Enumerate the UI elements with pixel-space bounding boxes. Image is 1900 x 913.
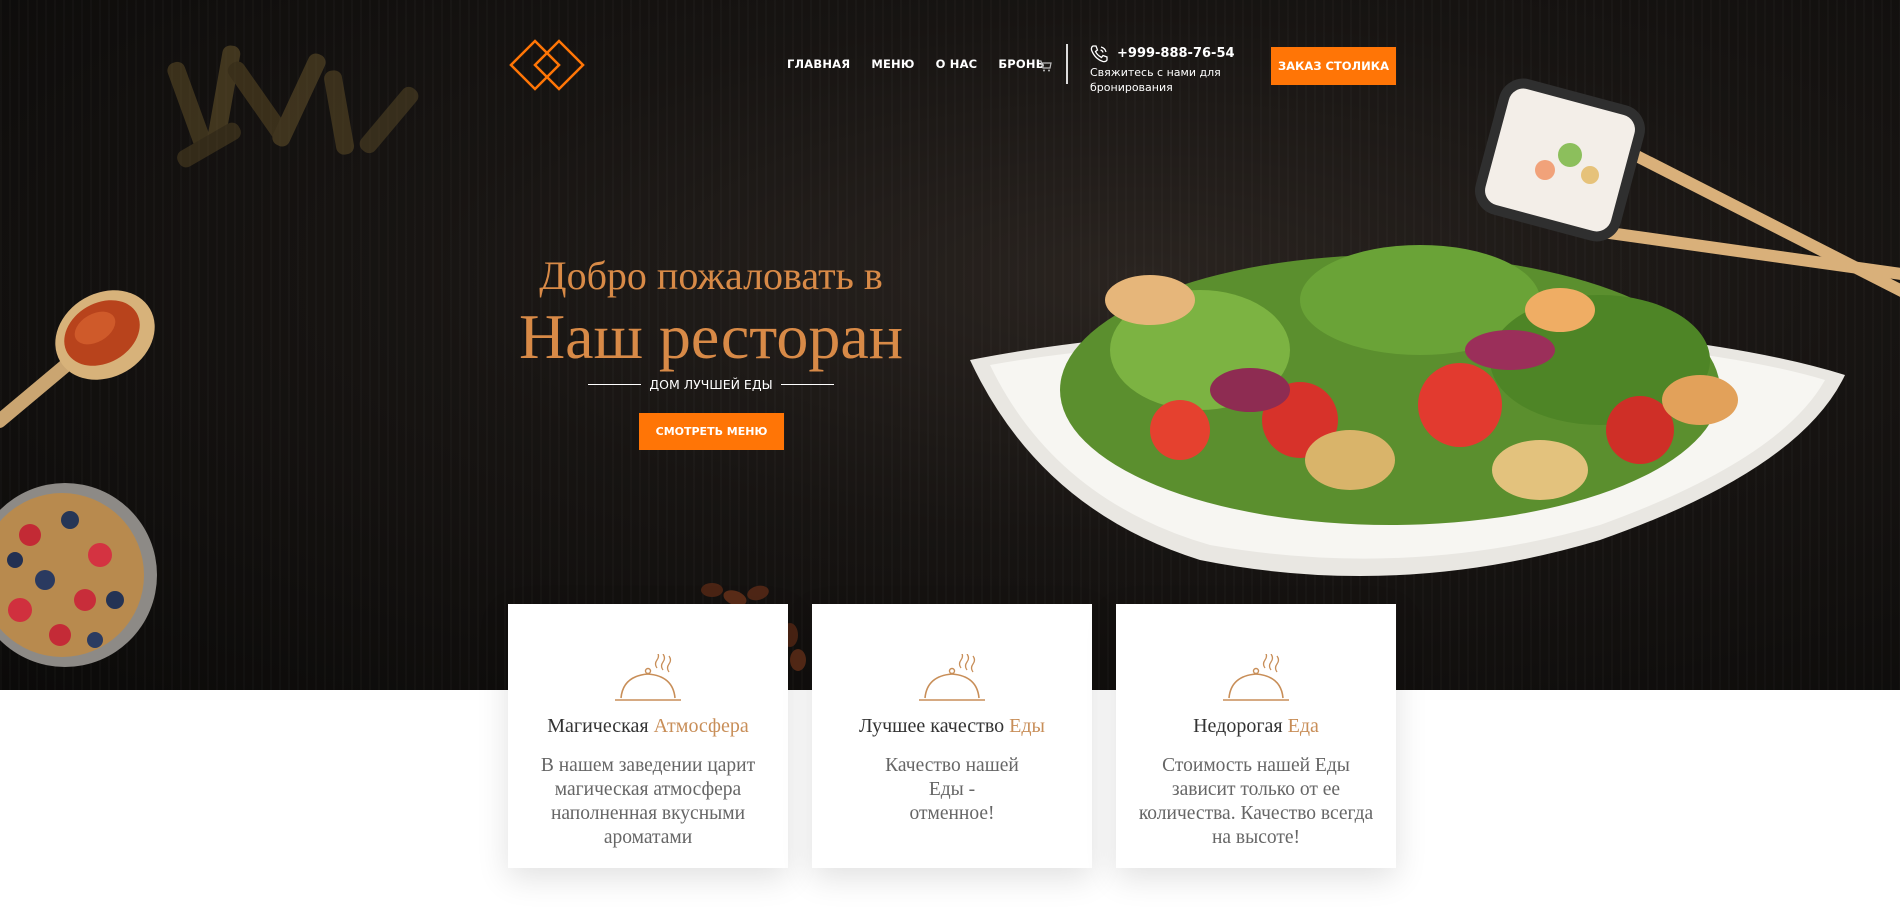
feature-title-plain: Магическая xyxy=(547,715,654,737)
feature-card-quality: Лучшее качество Еды Качество нашей Еды -… xyxy=(812,604,1092,868)
feature-title-accent: Еда xyxy=(1287,715,1319,737)
cloche-icon xyxy=(1223,654,1289,701)
hero-section: ГЛАВНАЯ МЕНЮ О НАС БРОНЬ +999-888-76-54 … xyxy=(0,0,1900,690)
subtitle-line-right xyxy=(780,384,835,385)
sushi-chopsticks-image xyxy=(1475,78,1900,300)
view-menu-button[interactable]: СМОТРЕТЬ МЕНЮ xyxy=(639,413,784,450)
nav-item-about[interactable]: О НАС xyxy=(936,57,978,71)
hero-subtitle-row: ДОМ ЛУЧШЕЙ ЕДЫ xyxy=(588,377,835,392)
subtitle-line-left xyxy=(588,384,642,385)
phone-number[interactable]: +999-888-76-54 xyxy=(1117,46,1235,61)
feature-title-plain: Недорогая xyxy=(1193,715,1288,737)
header-divider xyxy=(1066,44,1068,84)
feature-text: В нашем заведении царит магическая атмос… xyxy=(540,755,756,848)
spice-spoon-image xyxy=(0,290,155,429)
nav-item-menu[interactable]: МЕНЮ xyxy=(871,57,914,71)
phone-caption: Свяжитесь с нами для бронирования xyxy=(1090,66,1221,94)
feature-text: Качество нашей Еды - отменное! xyxy=(885,755,1019,824)
nav-item-home[interactable]: ГЛАВНАЯ xyxy=(787,57,850,71)
salad-plate-image xyxy=(970,245,1845,576)
feature-title: Недорогая Еда xyxy=(1116,715,1396,738)
berry-bowl-image xyxy=(0,483,157,667)
hero-title: Наш ресторан xyxy=(518,301,904,372)
order-table-button[interactable]: ЗАКАЗ СТОЛИКА xyxy=(1271,47,1396,85)
diamond-logo[interactable] xyxy=(508,38,588,94)
hero-food-decoration xyxy=(0,45,1900,671)
main-nav: ГЛАВНАЯ МЕНЮ О НАС БРОНЬ xyxy=(787,57,1045,71)
cloche-icon xyxy=(919,654,985,701)
hero-subtitle: ДОМ ЛУЧШЕЙ ЕДЫ xyxy=(649,377,773,392)
phone-icon xyxy=(1090,45,1108,63)
cloche-icon xyxy=(615,654,681,701)
feature-title-accent: Атмосфера xyxy=(653,715,749,737)
feature-title-accent: Еды xyxy=(1009,715,1045,737)
cart-icon[interactable] xyxy=(1038,60,1052,72)
feature-card-atmosphere: Магическая Атмосфера В нашем заведении ц… xyxy=(508,604,788,868)
feature-title: Лучшее качество Еды xyxy=(812,715,1092,738)
fries-image xyxy=(167,45,419,168)
feature-text: Стоимость нашей Еды зависит только от ее… xyxy=(1138,755,1374,848)
feature-title: Магическая Атмосфера xyxy=(508,715,788,738)
feature-title-plain: Лучшее качество xyxy=(859,715,1010,737)
feature-card-price: Недорогая Еда Стоимость нашей Еды зависи… xyxy=(1116,604,1396,868)
hero-welcome: Добро пожаловать в xyxy=(539,253,883,298)
